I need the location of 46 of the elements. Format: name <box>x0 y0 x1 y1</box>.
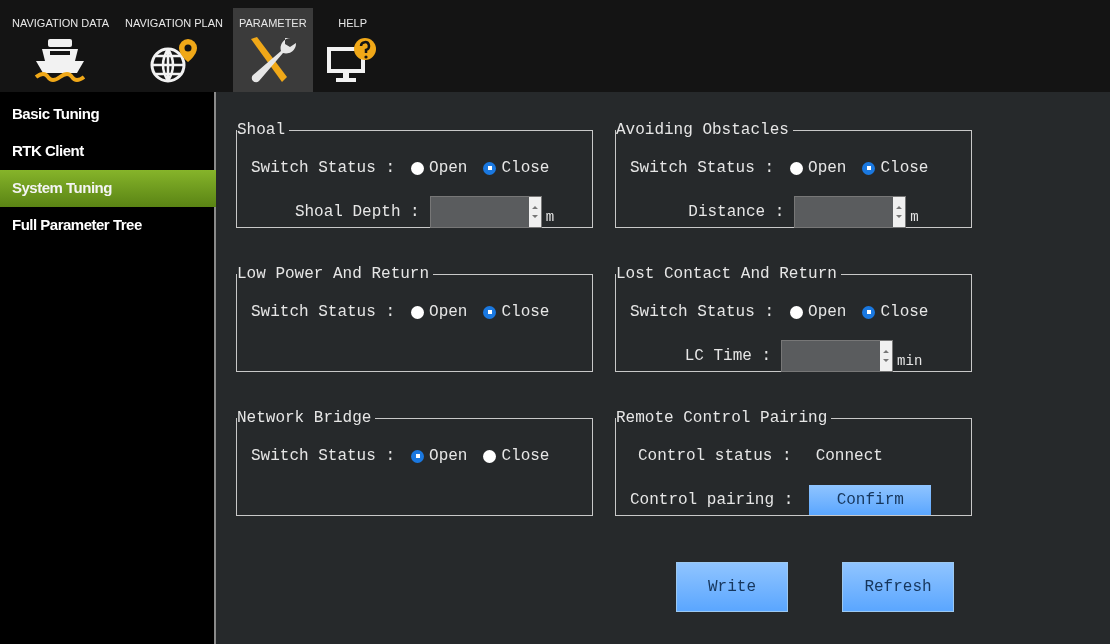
group-title: Shoal <box>237 120 286 141</box>
field-label: Switch Status : <box>630 302 775 323</box>
field-label: Switch Status : <box>251 158 396 179</box>
group-title: Network Bridge <box>237 408 373 429</box>
menu-tab[interactable]: HELP <box>316 8 389 92</box>
number-field[interactable] <box>781 340 894 372</box>
group-title: Remote Control Pairing <box>616 408 829 429</box>
sidebar-item[interactable]: Basic Tuning <box>0 96 214 133</box>
unit-label: min <box>897 352 923 371</box>
sidebar-item[interactable]: Full Parameter Tree <box>0 207 214 244</box>
group-title: Lost Contact And Return <box>616 264 838 285</box>
field-label: LC Time : <box>684 346 772 367</box>
menu-tab[interactable]: PARAMETER <box>233 8 313 92</box>
radio-option[interactable]: Close <box>483 444 550 468</box>
status-value: Connect <box>815 446 883 467</box>
field-label: Switch Status : <box>251 302 396 323</box>
group-title: Avoiding Obstacles <box>616 120 790 141</box>
field-label: Control status : <box>638 446 792 467</box>
stepper-icon <box>880 341 893 371</box>
radio-option[interactable]: Close <box>862 300 929 324</box>
field-label: Shoal Depth : <box>294 202 420 223</box>
field-label: Switch Status : <box>630 158 775 179</box>
field-label: Switch Status : <box>251 446 396 467</box>
confirm-button[interactable]: Confirm <box>809 485 932 515</box>
action-button[interactable]: Write <box>676 562 788 612</box>
action-button[interactable]: Refresh <box>842 562 954 612</box>
number-field[interactable] <box>794 196 907 228</box>
number-field[interactable] <box>429 196 542 228</box>
radio-option[interactable]: Close <box>483 156 550 180</box>
field-label: Control pairing : <box>630 490 794 511</box>
unit-label: m <box>545 208 555 227</box>
radio-option[interactable]: Open <box>790 156 847 180</box>
stepper-icon <box>893 197 906 227</box>
radio-option[interactable]: Open <box>411 300 468 324</box>
field-label: Distance : <box>688 202 785 223</box>
radio-option[interactable]: Open <box>790 300 847 324</box>
group-title: Low Power And Return <box>237 264 431 285</box>
sidebar-item[interactable]: RTK Client <box>0 133 214 170</box>
radio-option[interactable]: Close <box>862 156 929 180</box>
menu-tab[interactable]: NAVIGATION PLAN <box>119 8 229 92</box>
radio-option[interactable]: Open <box>411 156 468 180</box>
unit-label: m <box>910 208 919 227</box>
radio-option[interactable]: Open <box>411 444 468 468</box>
radio-option[interactable]: Close <box>483 300 550 324</box>
menu-tab[interactable]: NAVIGATION DATA <box>6 8 115 92</box>
stepper-icon <box>528 197 541 227</box>
